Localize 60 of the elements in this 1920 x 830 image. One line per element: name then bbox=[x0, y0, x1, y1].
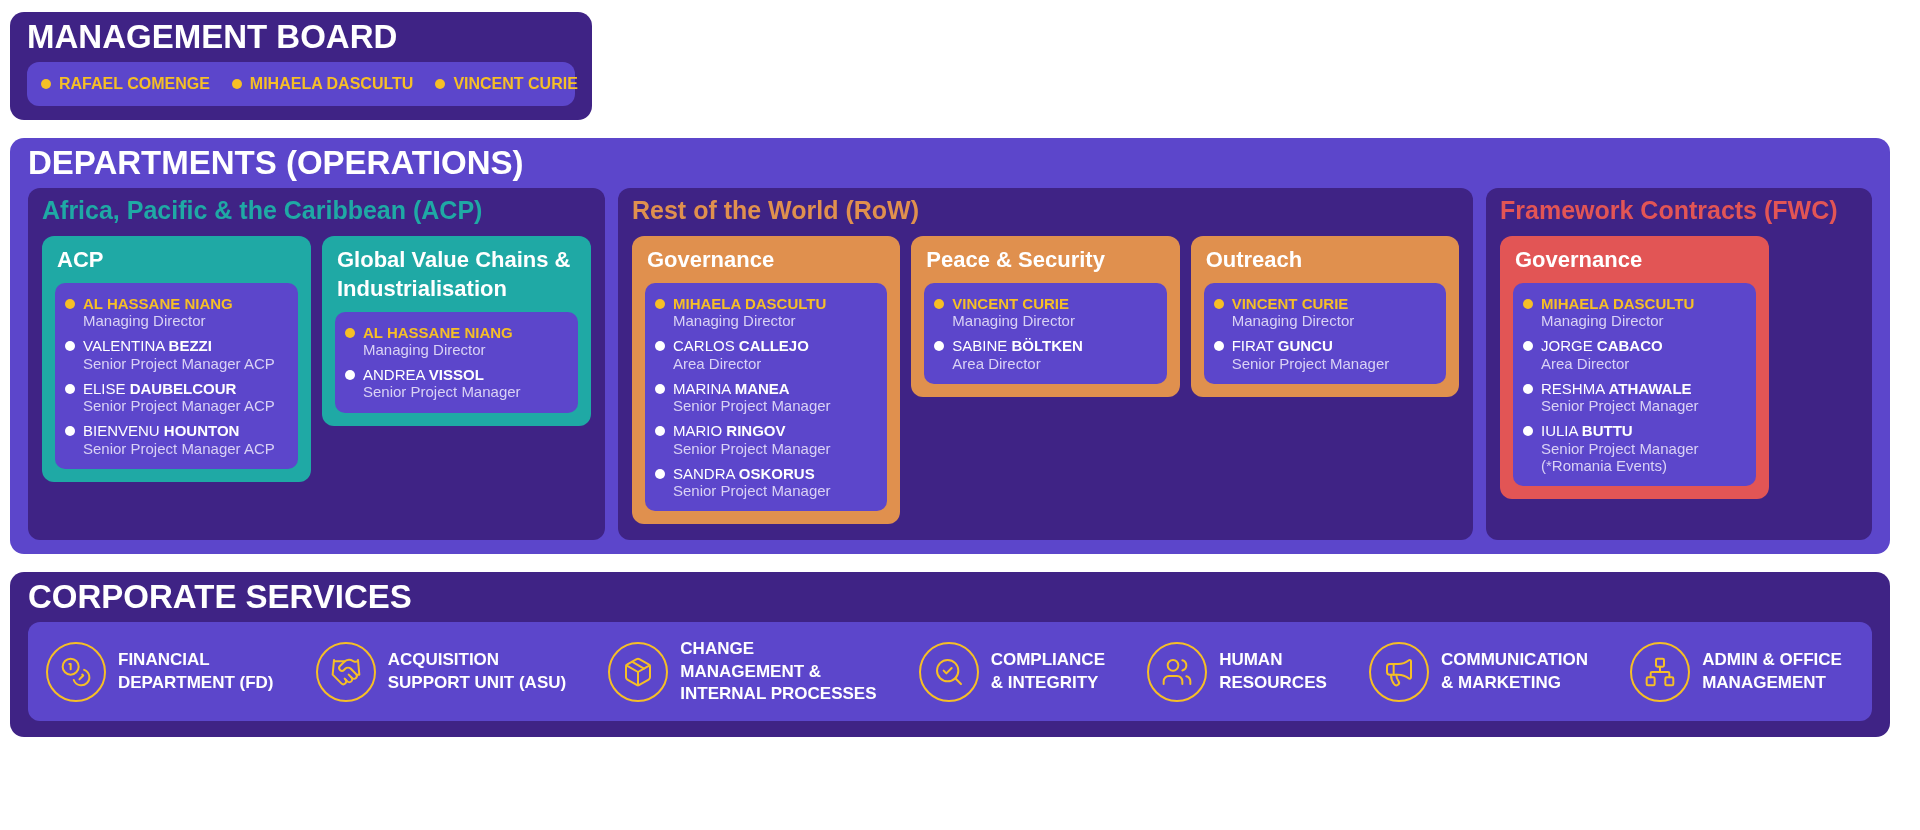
member-name: MIHAELA DASCULTU bbox=[249, 74, 414, 93]
group-title: Peace & Security bbox=[925, 246, 1106, 275]
person-role: Managing Director bbox=[952, 312, 1076, 330]
section-title: DEPARTMENTS (OPERATIONS) bbox=[28, 143, 525, 182]
person-name: BIENVENU HOUNTON bbox=[83, 422, 241, 440]
person-name: MARINA MANEA bbox=[673, 379, 791, 398]
person-name: AL HASSANE NIANG bbox=[83, 294, 234, 313]
region-title: Rest of the World (RoW) bbox=[632, 194, 920, 226]
person-name: IULIA BUTTU bbox=[1541, 422, 1634, 440]
person-name: VINCENT CURIE bbox=[1231, 294, 1350, 313]
region-title: Framework Contracts (FWC) bbox=[1500, 194, 1839, 226]
person-role: Senior Project Manager ACP bbox=[83, 354, 276, 372]
person-role: Managing Director bbox=[363, 340, 487, 359]
member-name: VINCENT CURIE bbox=[453, 74, 578, 93]
person-role: Senior Project Manager bbox=[673, 439, 832, 457]
service-label: ADMIN & OFFICE MANAGEMENT bbox=[1702, 649, 1842, 694]
region-title: Africa, Pacific & the Caribbean (ACP) bbox=[42, 194, 484, 226]
person-role: Managing Director bbox=[83, 312, 207, 330]
person-name: JORGE CABACO bbox=[1541, 337, 1664, 355]
person-role: Senior Project Manager (*Romania Events) bbox=[1541, 439, 1700, 475]
person-role: Senior Project Manager bbox=[1541, 397, 1700, 415]
service-label: ACQUISITION SUPPORT UNIT (ASU) bbox=[387, 649, 567, 694]
person-name: MARIO RINGOV bbox=[673, 422, 787, 440]
person-name: SABINE BÖLTKEN bbox=[952, 337, 1084, 355]
section-title: MANAGEMENT BOARD bbox=[27, 18, 399, 56]
person-name: FIRAT GUNCU bbox=[1231, 337, 1334, 355]
group-title: ACP bbox=[56, 246, 105, 275]
person-name: RESHMA ATHAWALE bbox=[1541, 379, 1693, 398]
service-label: CHANGE MANAGEMENT & INTERNAL PROCESSES bbox=[680, 638, 877, 705]
person-name: SANDRA OSKORUS bbox=[673, 464, 816, 483]
person-role: Area Director bbox=[952, 354, 1042, 372]
person-role: Managing Director bbox=[673, 312, 797, 330]
service-label: FINANCIAL DEPARTMENT (FD) bbox=[118, 649, 274, 694]
group-title: Governance bbox=[646, 246, 776, 275]
person-role: Managing Director bbox=[1541, 312, 1665, 330]
person-role: Senior Project Manager bbox=[673, 397, 832, 415]
group-title: Global Value Chains & Industrialisation bbox=[336, 246, 572, 303]
person-role: Senior Project Manager bbox=[363, 383, 522, 401]
person-name: CARLOS CALLEJO bbox=[673, 337, 810, 355]
person-name: MIHAELA DASCULTU bbox=[673, 294, 828, 313]
person-role: Senior Project Manager bbox=[673, 482, 832, 500]
person-role: Senior Project Manager ACP bbox=[83, 397, 276, 415]
person-role: Area Director bbox=[673, 354, 763, 372]
service-label: COMPLIANCE & INTEGRITY bbox=[990, 649, 1105, 694]
group-title: Outreach bbox=[1204, 246, 1304, 275]
member-name: RAFAEL COMENGE bbox=[59, 74, 210, 93]
person-role: Senior Project Manager ACP bbox=[83, 439, 276, 457]
service-label: COMMUNICATION & MARKETING bbox=[1441, 649, 1588, 694]
person-name: MIHAELA DASCULTU bbox=[1541, 294, 1696, 313]
group-title: Governance bbox=[1514, 246, 1644, 275]
person-name: AL HASSANE NIANG bbox=[363, 323, 514, 341]
person-name: VALENTINA BEZZI bbox=[83, 337, 213, 355]
section-title: CORPORATE SERVICES bbox=[28, 578, 413, 617]
service-label: HUMAN RESOURCES bbox=[1219, 649, 1327, 694]
person-role: Managing Director bbox=[1231, 312, 1356, 330]
person-role: Senior Project Manager bbox=[1231, 354, 1391, 372]
person-name: ANDREA VISSOL bbox=[363, 366, 485, 384]
person-name: VINCENT CURIE bbox=[952, 294, 1070, 313]
person-name: ELISE DAUBELCOUR bbox=[83, 379, 238, 398]
person-role: Area Director bbox=[1541, 354, 1631, 372]
